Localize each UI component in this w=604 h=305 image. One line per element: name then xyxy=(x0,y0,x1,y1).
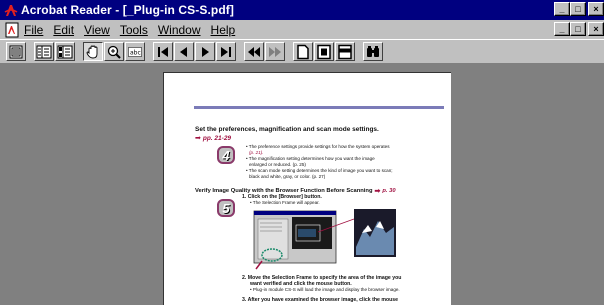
menu-view-label: View xyxy=(84,22,110,37)
menu-edit-label: Edit xyxy=(53,22,75,37)
pdf-page[interactable]: Set the preferences, magnification and s… xyxy=(163,72,451,305)
page-only-icon xyxy=(9,45,23,58)
doc-close-button[interactable]: × xyxy=(588,22,604,36)
step4-ref-text: pp. 21-29 xyxy=(202,134,232,142)
go-back-icon xyxy=(248,46,260,57)
menu-edit[interactable]: Edit xyxy=(53,23,74,37)
zoom-tool-icon xyxy=(107,45,121,59)
thumbnails-and-page-button[interactable] xyxy=(55,42,75,61)
window-controls: _ □ × xyxy=(554,2,604,16)
fit-width-icon xyxy=(338,44,352,59)
thumbnails-and-page-icon xyxy=(57,45,73,58)
last-page-icon xyxy=(221,46,231,57)
svg-text:abc: abc xyxy=(130,49,141,56)
bookmarks-and-page-icon xyxy=(36,45,52,58)
acrobat-app-icon[interactable] xyxy=(3,2,19,18)
browser-screenshot-illustration xyxy=(253,209,396,270)
title-bar: Acrobat Reader - [_Plug-in CS-S.pdf] _ □… xyxy=(0,0,604,20)
minimize-button[interactable]: _ xyxy=(554,2,570,16)
fit-page-button[interactable] xyxy=(314,42,334,61)
fit-page-icon xyxy=(317,44,331,59)
restore-button[interactable]: □ xyxy=(570,2,586,16)
page-header-rule xyxy=(194,106,444,109)
doc-minimize-button[interactable]: _ xyxy=(554,22,570,36)
close-button[interactable]: × xyxy=(588,2,604,16)
toolbar: abc xyxy=(0,39,604,64)
zoom-tool-button[interactable] xyxy=(104,42,124,61)
document-window-controls: _ □ × xyxy=(554,22,604,36)
previous-page-icon xyxy=(180,46,187,57)
go-back-button[interactable] xyxy=(244,42,264,61)
previous-page-button[interactable] xyxy=(174,42,194,61)
text-select-icon: abc xyxy=(128,46,142,57)
find-icon xyxy=(367,45,379,57)
step5-number-badge: 5 xyxy=(217,199,235,217)
menu-window[interactable]: Window xyxy=(158,23,201,37)
arrow-icon: ➡ xyxy=(195,135,201,142)
fit-width-button[interactable] xyxy=(335,42,355,61)
menu-file[interactable]: File xyxy=(24,23,43,37)
go-forward-button[interactable] xyxy=(265,42,285,61)
menu-help-label: Help xyxy=(210,22,236,37)
go-forward-icon xyxy=(269,46,281,57)
text-select-button[interactable]: abc xyxy=(125,42,145,61)
step5-item3: 3. After you have examined the browser i… xyxy=(242,297,399,303)
menu-tools-label: Tools xyxy=(119,22,148,37)
doc-restore-button[interactable]: □ xyxy=(570,22,586,36)
step4-reference: ➡ pp. 21-29 xyxy=(195,134,232,143)
menu-tools[interactable]: Tools xyxy=(120,23,148,37)
first-page-icon xyxy=(158,46,168,57)
find-button[interactable] xyxy=(363,42,383,61)
step4-bullet-line: black and white, gray, or color. (p. 27) xyxy=(249,174,326,179)
page-only-button[interactable] xyxy=(6,42,26,61)
arrow-icon: ➡ xyxy=(374,188,381,195)
actual-size-button[interactable] xyxy=(293,42,313,61)
step5-item2-sub: • Plug-in module CS-S will load the imag… xyxy=(250,287,400,292)
step4-bullets: • The preference settings provide settin… xyxy=(246,144,393,180)
menu-view[interactable]: View xyxy=(84,23,110,37)
next-page-icon xyxy=(202,46,209,57)
step5-ref-text: p. 30 xyxy=(382,188,396,194)
menu-help[interactable]: Help xyxy=(211,23,236,37)
last-page-button[interactable] xyxy=(216,42,236,61)
step5-item1-sub: • The Selection Frame will appear. xyxy=(250,200,320,205)
step4-number-badge: 4 xyxy=(217,146,235,164)
menu-window-label: Window xyxy=(157,22,201,37)
first-page-button[interactable] xyxy=(153,42,173,61)
hand-tool-button[interactable] xyxy=(83,42,103,61)
menu-file-label: File xyxy=(24,22,44,37)
next-page-button[interactable] xyxy=(195,42,215,61)
step4-bullet-line: • The preference settings provide settin… xyxy=(246,144,390,149)
step4-heading: Set the preferences, magnification and s… xyxy=(195,126,379,133)
hand-tool-icon xyxy=(86,45,98,58)
document-viewport[interactable]: Set the preferences, magnification and s… xyxy=(0,64,604,305)
bookmarks-and-page-button[interactable] xyxy=(34,42,54,61)
document-system-menu-icon[interactable] xyxy=(4,22,20,38)
window-title: Acrobat Reader - [_Plug-in CS-S.pdf] xyxy=(21,3,234,17)
actual-size-icon xyxy=(297,44,309,59)
menu-bar: File Edit View Tools Window Help _ □ × xyxy=(0,20,604,39)
